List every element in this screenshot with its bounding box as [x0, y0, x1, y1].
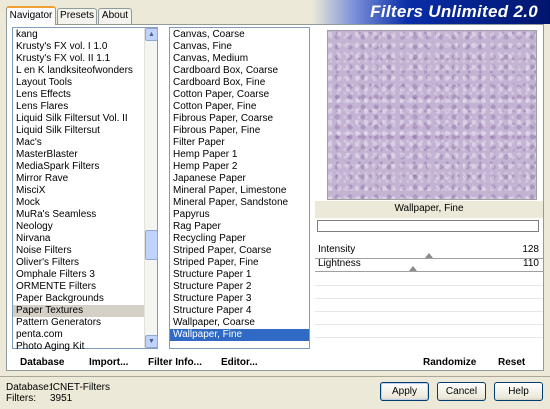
list-item[interactable]: Mineral Paper, Sandstone [170, 197, 309, 209]
list-item[interactable]: L en K landksiteofwonders [13, 65, 144, 77]
filters-count-label: Filters: [6, 393, 36, 404]
list-item[interactable]: Paper Textures [13, 305, 144, 317]
param-divider [315, 285, 543, 286]
list-item[interactable]: Recycling Paper [170, 233, 309, 245]
cancel-button[interactable]: Cancel [437, 382, 486, 401]
category-list[interactable]: kang Krusty's FX vol. I 1.0 Krusty's FX vo… [12, 27, 158, 352]
list-item[interactable]: penta.com [13, 329, 144, 341]
list-item[interactable]: Liquid Silk Filtersut [13, 125, 144, 137]
list-item[interactable]: Canvas, Fine [170, 41, 309, 53]
list-item[interactable]: Mock [13, 197, 144, 209]
filter-list[interactable]: Canvas, Coarse Canvas, Fine Canvas, Medium… [169, 27, 310, 349]
list-item[interactable]: Krusty's FX vol. I 1.0 [13, 41, 144, 53]
lightness-slider-track[interactable] [315, 271, 543, 273]
progress-bar [317, 220, 539, 232]
list-item[interactable]: Omphale Filters 3 [13, 269, 144, 281]
preview-image [327, 30, 537, 200]
scroll-up-icon[interactable]: ▲ [145, 28, 158, 41]
list-item[interactable]: Hemp Paper 2 [170, 161, 309, 173]
list-item[interactable]: Nirvana [13, 233, 144, 245]
database-info: Database:ICNET-Filters Filters: 3951 [6, 382, 110, 404]
list-item[interactable]: Filter Paper [170, 137, 309, 149]
list-item[interactable]: Hemp Paper 1 [170, 149, 309, 161]
param-divider [315, 324, 543, 325]
param-name: Lightness [318, 258, 361, 269]
preview-label: Wallpaper, Fine [394, 203, 464, 214]
list-item[interactable]: MasterBlaster [13, 149, 144, 161]
list-item[interactable]: Mineral Paper, Limestone [170, 185, 309, 197]
list-item[interactable]: Structure Paper 4 [170, 305, 309, 317]
database-button[interactable]: Database [20, 357, 64, 368]
filter-items: Canvas, Coarse Canvas, Fine Canvas, Medium… [170, 29, 309, 341]
list-item[interactable]: Papyrus [170, 209, 309, 221]
list-item[interactable]: Mirror Rave [13, 173, 144, 185]
list-item[interactable]: Mac's [13, 137, 144, 149]
help-button[interactable]: Help [494, 382, 543, 401]
tab-about[interactable]: About [98, 8, 132, 24]
list-item[interactable]: Liquid Silk Filtersut Vol. II [13, 113, 144, 125]
list-item[interactable]: Layout Tools [13, 77, 144, 89]
category-items: kang Krusty's FX vol. I 1.0 Krusty's FX vo… [13, 29, 144, 353]
list-item[interactable]: Cardboard Box, Coarse [170, 65, 309, 77]
list-item[interactable]: Photo Aging Kit [13, 341, 144, 353]
param-lightness[interactable]: Lightness 110 [315, 258, 543, 270]
list-item[interactable]: Fibrous Paper, Fine [170, 125, 309, 137]
param-name: Intensity [318, 244, 356, 255]
list-item[interactable]: Noise Filters [13, 245, 144, 257]
randomize-button[interactable]: Randomize [423, 357, 476, 368]
import-button[interactable]: Import... [89, 357, 128, 368]
list-item[interactable]: Structure Paper 2 [170, 281, 309, 293]
list-item[interactable]: Canvas, Coarse [170, 29, 309, 41]
filter-info-button[interactable]: Filter Info... [148, 357, 202, 368]
list-item[interactable]: MediaSpark Filters [13, 161, 144, 173]
tab-presets[interactable]: Presets [57, 8, 97, 24]
database-value: ICNET-Filters [50, 382, 110, 393]
footer-divider [0, 376, 550, 377]
list-item[interactable]: Canvas, Medium [170, 53, 309, 65]
list-item[interactable]: kang [13, 29, 144, 41]
list-item[interactable]: Rag Paper [170, 221, 309, 233]
list-item[interactable]: Wallpaper, Coarse [170, 317, 309, 329]
list-item[interactable]: Cardboard Box, Fine [170, 77, 309, 89]
param-divider [315, 298, 543, 299]
list-item[interactable]: Lens Flares [13, 101, 144, 113]
list-item[interactable]: Cotton Paper, Fine [170, 101, 309, 113]
scroll-thumb[interactable] [145, 230, 158, 260]
list-item[interactable]: Krusty's FX vol. II 1.1 [13, 53, 144, 65]
list-item[interactable]: Striped Paper, Coarse [170, 245, 309, 257]
list-item[interactable]: Wallpaper, Fine [170, 329, 309, 341]
apply-button[interactable]: Apply [380, 382, 429, 401]
list-item[interactable]: MisciX [13, 185, 144, 197]
reset-button[interactable]: Reset [498, 357, 525, 368]
banner-title: Filters Unlimited 2.0 [370, 2, 538, 21]
param-divider [315, 337, 543, 338]
list-item[interactable]: Lens Effects [13, 89, 144, 101]
editor-button[interactable]: Editor... [221, 357, 258, 368]
scroll-down-icon[interactable]: ▼ [145, 335, 158, 348]
list-item[interactable]: Neology [13, 221, 144, 233]
list-item[interactable]: Paper Backgrounds [13, 293, 144, 305]
tab-navigator[interactable]: Navigator [6, 6, 56, 25]
database-label: Database: [6, 382, 52, 393]
title-banner: Filters Unlimited 2.0 [312, 0, 550, 24]
param-value: 110 [523, 258, 539, 269]
list-item[interactable]: Structure Paper 3 [170, 293, 309, 305]
param-divider [315, 311, 543, 312]
filters-count-value: 3951 [50, 393, 73, 404]
list-item[interactable]: ORMENTE Filters [13, 281, 144, 293]
list-item[interactable]: Structure Paper 1 [170, 269, 309, 281]
list-item[interactable]: Japanese Paper [170, 173, 309, 185]
param-value: 128 [522, 244, 539, 255]
category-scrollbar[interactable]: ▲ ▼ [144, 28, 158, 348]
list-item[interactable]: Fibrous Paper, Coarse [170, 113, 309, 125]
list-item[interactable]: Cotton Paper, Coarse [170, 89, 309, 101]
parameter-panel: Intensity 128 Lightness 110 [315, 241, 543, 347]
list-item[interactable]: Striped Paper, Fine [170, 257, 309, 269]
list-item[interactable]: Pattern Generators [13, 317, 144, 329]
lightness-slider-knob[interactable] [409, 266, 418, 271]
list-item[interactable]: Oliver's Filters [13, 257, 144, 269]
list-item[interactable]: MuRa's Seamless [13, 209, 144, 221]
